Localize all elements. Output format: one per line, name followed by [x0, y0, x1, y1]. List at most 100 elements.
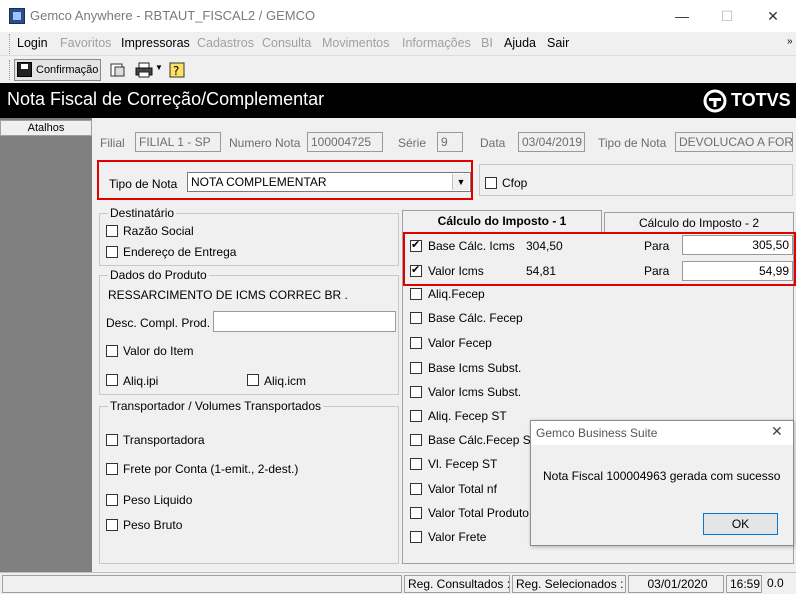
transportadora-label: Transportadora	[123, 433, 205, 447]
atalhos-button[interactable]: Atalhos	[0, 120, 92, 136]
menu-overflow-icon[interactable]: »	[787, 36, 793, 47]
dialog-title: Gemco Business Suite	[536, 426, 658, 440]
menu-favoritos[interactable]: Favoritos	[60, 36, 111, 50]
valor-total-produto-checkbox[interactable]	[410, 507, 422, 519]
menu-movimentos[interactable]: Movimentos	[322, 36, 389, 50]
valor-total-nf-label: Valor Total nf	[428, 482, 497, 496]
tipo-nota-select[interactable]: NOTA COMPLEMENTAR ▼	[187, 172, 471, 192]
dialog-close-icon[interactable]: ✕	[771, 423, 783, 440]
valor-icms-checkbox[interactable]	[410, 263, 422, 277]
valor-frete-label: Valor Frete	[428, 530, 487, 544]
peso-liquido-label: Peso Liquido	[123, 493, 193, 507]
base-calc-fecep-st-label: Base Cálc.Fecep ST	[428, 433, 539, 447]
aliq-ipi-checkbox[interactable]	[106, 374, 118, 386]
menu-bar: Login Favoritos Impressoras Cadastros Co…	[0, 32, 796, 56]
export-button[interactable]	[107, 59, 129, 81]
aliq-fecep-st-checkbox[interactable]	[410, 410, 422, 422]
tipo-nota-label: Tipo de Nota	[598, 136, 667, 150]
frete-checkbox[interactable]	[106, 463, 118, 475]
tipo-nota-field[interactable]: DEVOLUCAO A FORNI	[675, 132, 793, 152]
desc-compl-label: Desc. Compl. Prod.	[106, 316, 211, 330]
peso-bruto-checkbox[interactable]	[106, 519, 118, 531]
aliq-ipi-label: Aliq.ipi	[123, 374, 159, 388]
menu-consulta[interactable]: Consulta	[262, 36, 311, 50]
cfop-box: Cfop	[479, 164, 793, 196]
toolbar-grip	[9, 60, 12, 80]
razao-social-checkbox[interactable]	[106, 225, 118, 237]
base-calc-fecep-label: Base Cálc. Fecep	[428, 311, 523, 325]
close-button[interactable]: ✕	[750, 0, 796, 32]
confirm-button[interactable]: Confirmação	[14, 59, 101, 81]
peso-liquido-checkbox[interactable]	[106, 494, 118, 506]
valor-icms-label: Valor Icms	[428, 264, 484, 278]
cfop-checkbox[interactable]	[485, 177, 497, 189]
valor-item-label: Valor do Item	[123, 344, 194, 358]
base-calc-icms-checkbox[interactable]	[410, 238, 422, 252]
title-bar: Gemco Anywhere - RBTAUT_FISCAL2 / GEMCO …	[0, 0, 796, 32]
valor-fecep-checkbox[interactable]	[410, 337, 422, 349]
chevron-down-icon[interactable]: ▼	[155, 63, 163, 72]
help-icon: ?	[169, 62, 185, 78]
help-button[interactable]: ?	[166, 59, 188, 81]
dialog-ok-button[interactable]: OK	[703, 513, 778, 535]
aliq-icm-checkbox[interactable]	[247, 374, 259, 386]
vl-fecep-st-label: Vl. Fecep ST	[428, 457, 498, 471]
dialog-title-bar: Gemco Business Suite ✕	[531, 421, 793, 445]
valor-item-checkbox[interactable]	[106, 345, 118, 357]
base-calc-icms-label: Base Cálc. Icms	[428, 239, 515, 253]
valor-icms-value: 54,81	[526, 264, 557, 278]
tab-calculo-2[interactable]: Cálculo do Imposto - 2	[604, 212, 794, 232]
endereco-entrega-checkbox[interactable]	[106, 246, 118, 258]
print-button[interactable]: ▼	[133, 59, 163, 81]
transportador-title: Transportador / Volumes Transportados	[108, 399, 323, 413]
maximize-button[interactable]: ☐	[704, 0, 750, 32]
desc-compl-input[interactable]	[213, 311, 396, 332]
window-title: Gemco Anywhere - RBTAUT_FISCAL2 / GEMCO	[30, 8, 316, 23]
menu-sair[interactable]: Sair	[547, 36, 569, 50]
menu-informacoes[interactable]: Informações	[402, 36, 471, 50]
valor-icms-subst-checkbox[interactable]	[410, 386, 422, 398]
status-empty-cell	[2, 575, 402, 593]
valor-frete-checkbox[interactable]	[410, 531, 422, 543]
tipo-nota-highlight: Tipo de Nota NOTA COMPLEMENTAR ▼	[97, 160, 473, 200]
tab-calculo-1[interactable]: Cálculo do Imposto - 1	[402, 210, 602, 232]
data-field[interactable]: 03/04/2019	[518, 132, 585, 152]
valor-total-produto-label: Valor Total Produto	[428, 506, 529, 520]
status-version: 0.0	[767, 576, 784, 590]
base-icms-subst-checkbox[interactable]	[410, 362, 422, 374]
toolbar: Confirmação ▼ ?	[0, 57, 796, 83]
save-icon	[17, 62, 32, 77]
valor-total-nf-checkbox[interactable]	[410, 483, 422, 495]
minimize-button[interactable]: —	[659, 0, 705, 32]
menu-login[interactable]: Login	[17, 36, 48, 50]
produto-group: Dados do Produto RESSARCIMENTO DE ICMS C…	[99, 268, 399, 395]
base-calc-fecep-checkbox[interactable]	[410, 312, 422, 324]
menu-impressoras[interactable]: Impressoras	[121, 36, 190, 50]
totvs-logo: TOTVS	[703, 89, 793, 113]
menu-ajuda[interactable]: Ajuda	[504, 36, 536, 50]
logo-text: TOTVS	[731, 90, 791, 110]
aliq-icm-label: Aliq.icm	[264, 374, 307, 388]
side-panel: Atalhos	[0, 118, 92, 572]
status-time: 16:59	[726, 575, 762, 593]
filial-field[interactable]: FILIAL 1 - SP	[135, 132, 221, 152]
transportador-group: Transportador / Volumes Transportados Tr…	[99, 399, 399, 564]
base-calc-fecep-st-checkbox[interactable]	[410, 434, 422, 446]
vl-fecep-st-checkbox[interactable]	[410, 458, 422, 470]
valor-icms-para-input[interactable]: 54,99	[682, 261, 793, 281]
numero-nota-field[interactable]: 100004725	[307, 132, 383, 152]
menu-bi[interactable]: BI	[481, 36, 493, 50]
numero-nota-label: Numero Nota	[229, 136, 301, 150]
filial-label: Filial	[100, 136, 125, 150]
chevron-down-icon[interactable]: ▼	[452, 174, 469, 190]
aliq-fecep-checkbox[interactable]	[410, 288, 422, 300]
printer-icon	[135, 62, 153, 78]
serie-field[interactable]: 9	[437, 132, 463, 152]
transportadora-checkbox[interactable]	[106, 434, 118, 446]
menu-cadastros[interactable]: Cadastros	[197, 36, 254, 50]
base-calc-icms-para-input[interactable]: 305,50	[682, 235, 793, 255]
cfop-label: Cfop	[502, 176, 528, 190]
status-date: 03/01/2020	[628, 575, 724, 593]
destinatario-group: Destinatário Razão Social Endereço de En…	[99, 206, 399, 266]
peso-bruto-label: Peso Bruto	[123, 518, 183, 532]
